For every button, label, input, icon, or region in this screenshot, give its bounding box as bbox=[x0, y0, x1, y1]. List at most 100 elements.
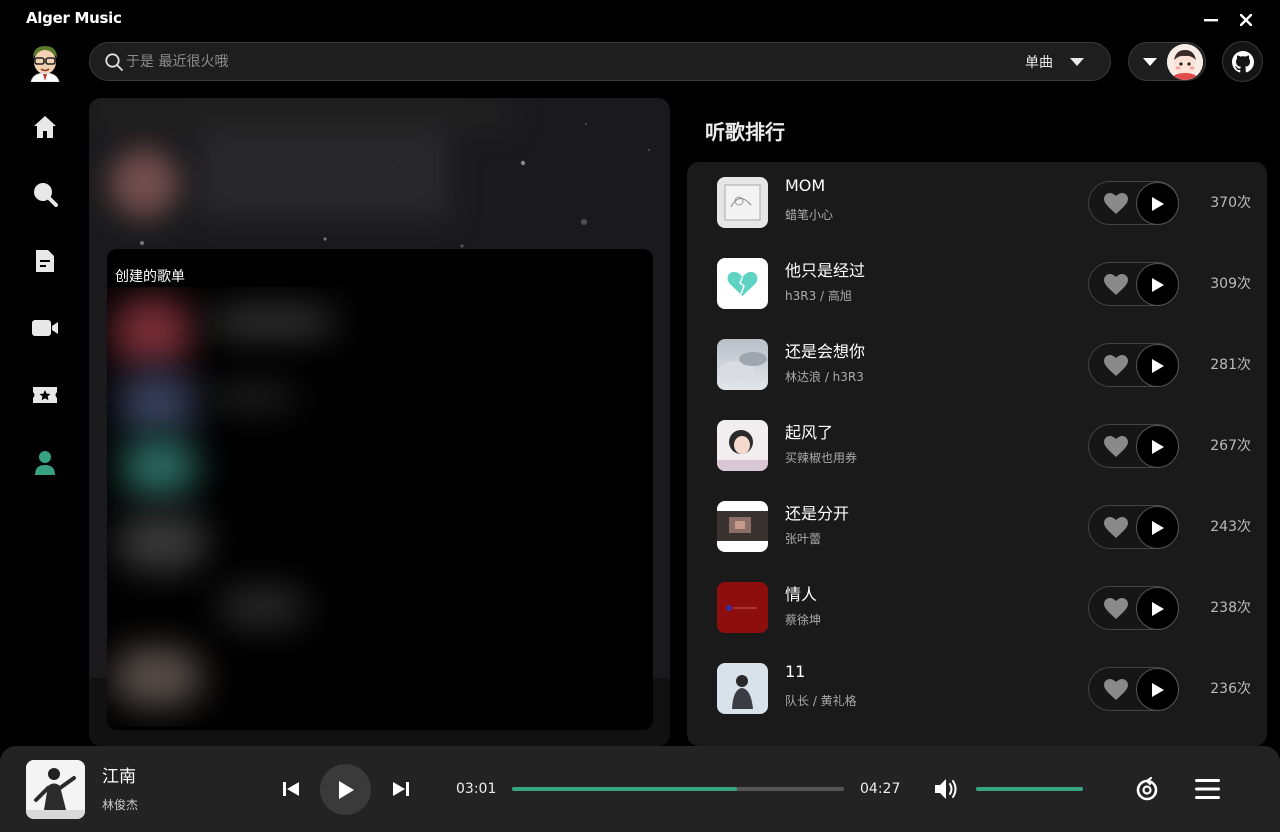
song-actions bbox=[1088, 586, 1179, 630]
sidebar-item-search[interactable] bbox=[29, 178, 61, 210]
play-icon bbox=[1151, 358, 1164, 373]
song-artist: 张叶蕾 bbox=[785, 532, 822, 546]
volume-icon[interactable] bbox=[933, 776, 959, 802]
github-icon bbox=[1231, 50, 1254, 72]
heart-icon[interactable] bbox=[1104, 274, 1128, 296]
play-button[interactable] bbox=[1136, 182, 1179, 225]
play-count: 267次 bbox=[1210, 438, 1251, 454]
play-button[interactable] bbox=[1136, 425, 1179, 468]
play-button[interactable] bbox=[1136, 506, 1179, 549]
search-bar: 单曲 bbox=[89, 42, 1111, 81]
heart-icon[interactable] bbox=[1104, 679, 1128, 701]
album-art-sky bbox=[717, 339, 768, 390]
chevron-down-icon[interactable] bbox=[1070, 57, 1084, 67]
sidebar-item-favorite[interactable] bbox=[29, 379, 61, 411]
heart-icon[interactable] bbox=[1104, 517, 1128, 539]
song-cover bbox=[717, 663, 768, 714]
sidebar-item-user[interactable] bbox=[29, 447, 61, 479]
heart-icon[interactable] bbox=[1104, 355, 1128, 377]
song-artist: 蜡笔小心 bbox=[785, 208, 834, 222]
play-icon bbox=[1151, 682, 1164, 697]
song-actions bbox=[1088, 667, 1179, 711]
song-artist: h3R3 / 高旭 bbox=[785, 289, 852, 303]
song-artist: 队长 / 黄礼格 bbox=[785, 694, 857, 708]
play-pause-button[interactable] bbox=[320, 764, 371, 815]
ticket-star-icon bbox=[33, 387, 57, 403]
play-count: 281次 bbox=[1210, 357, 1251, 373]
playlist-menu-icon[interactable] bbox=[1194, 777, 1221, 801]
song-artist: 买辣椒也用券 bbox=[785, 451, 858, 465]
skip-next-icon[interactable] bbox=[390, 778, 412, 800]
cartoon-user-avatar-icon bbox=[1167, 44, 1203, 80]
play-button[interactable] bbox=[1136, 263, 1179, 306]
song-artist: 蔡徐坤 bbox=[785, 613, 822, 627]
minimize-button[interactable] bbox=[1199, 8, 1223, 32]
song-name: 还是分开 bbox=[785, 504, 850, 523]
now-playing-artist: 林俊杰 bbox=[102, 798, 139, 812]
song-name: 11 bbox=[785, 662, 806, 681]
ranking-row[interactable]: 他只是经过 h3R3 / 高旭 309次 bbox=[687, 243, 1267, 324]
heart-icon[interactable] bbox=[1104, 436, 1128, 458]
search-input[interactable] bbox=[126, 43, 1026, 80]
user-menu-button[interactable] bbox=[1128, 42, 1206, 81]
ranking-row[interactable]: MOM 蜡笔小心 370次 bbox=[687, 162, 1267, 243]
album-art-broken-heart bbox=[717, 258, 768, 309]
song-actions bbox=[1088, 505, 1179, 549]
play-count: 370次 bbox=[1210, 195, 1251, 211]
play-icon bbox=[338, 780, 354, 799]
home-icon bbox=[34, 116, 56, 138]
cartoon-avatar-icon bbox=[30, 46, 60, 83]
song-artist: 林达浪 / h3R3 bbox=[785, 370, 864, 384]
playlist-list-blurred[interactable] bbox=[107, 287, 362, 727]
app-title: Alger Music bbox=[26, 9, 122, 27]
ranking-row[interactable]: 起风了 买辣椒也用券 267次 bbox=[687, 405, 1267, 486]
progress-slider[interactable] bbox=[512, 787, 844, 791]
song-cover bbox=[717, 177, 768, 228]
search-type-select[interactable]: 单曲 bbox=[1025, 52, 1053, 72]
player-bar: 江南 林俊杰 03:01 04:27 bbox=[0, 746, 1280, 832]
created-playlists-card: 创建的歌单 bbox=[107, 249, 653, 730]
progress-fill bbox=[512, 787, 738, 791]
play-icon bbox=[1151, 601, 1164, 616]
minimize-icon bbox=[1204, 19, 1218, 22]
search-icon bbox=[105, 53, 123, 71]
sidebar-item-list[interactable] bbox=[29, 245, 61, 277]
play-icon bbox=[1151, 277, 1164, 292]
heart-icon[interactable] bbox=[1104, 193, 1128, 215]
album-art-sketch bbox=[717, 177, 768, 228]
album-art-portrait bbox=[717, 420, 768, 471]
sidebar-item-home[interactable] bbox=[29, 111, 61, 143]
close-button[interactable] bbox=[1234, 8, 1258, 32]
song-cover bbox=[717, 501, 768, 552]
ranking-row[interactable]: 情人 蔡徐坤 238次 bbox=[687, 567, 1267, 648]
song-cover bbox=[717, 582, 768, 633]
ranking-row[interactable]: 还是会想你 林达浪 / h3R3 281次 bbox=[687, 324, 1267, 405]
ranking-row[interactable]: 还是分开 张叶蕾 243次 bbox=[687, 486, 1267, 567]
song-name: 情人 bbox=[785, 585, 818, 604]
play-icon bbox=[1151, 196, 1164, 211]
play-mode-loop-icon[interactable] bbox=[1134, 776, 1160, 802]
close-icon bbox=[1240, 14, 1252, 26]
play-button[interactable] bbox=[1136, 587, 1179, 630]
song-cover bbox=[717, 258, 768, 309]
play-button[interactable] bbox=[1136, 344, 1179, 387]
total-time: 04:27 bbox=[860, 781, 901, 797]
play-count: 309次 bbox=[1210, 276, 1251, 292]
github-button[interactable] bbox=[1222, 41, 1263, 82]
song-name: MOM bbox=[785, 176, 826, 195]
ranking-row[interactable]: 11 队长 / 黄礼格 236次 bbox=[687, 648, 1267, 729]
song-actions bbox=[1088, 424, 1179, 468]
skip-previous-icon[interactable] bbox=[280, 778, 302, 800]
sidebar-item-video[interactable] bbox=[29, 312, 61, 344]
ranking-title: 听歌排行 bbox=[705, 120, 785, 144]
now-playing-cover[interactable] bbox=[26, 760, 85, 819]
volume-slider[interactable] bbox=[976, 787, 1083, 791]
search-icon bbox=[34, 183, 58, 207]
song-name: 他只是经过 bbox=[785, 261, 866, 280]
play-button[interactable] bbox=[1136, 668, 1179, 711]
play-icon bbox=[1151, 520, 1164, 535]
app-logo-avatar[interactable] bbox=[27, 44, 63, 83]
song-actions bbox=[1088, 262, 1179, 306]
song-cover bbox=[717, 339, 768, 390]
heart-icon[interactable] bbox=[1104, 598, 1128, 620]
